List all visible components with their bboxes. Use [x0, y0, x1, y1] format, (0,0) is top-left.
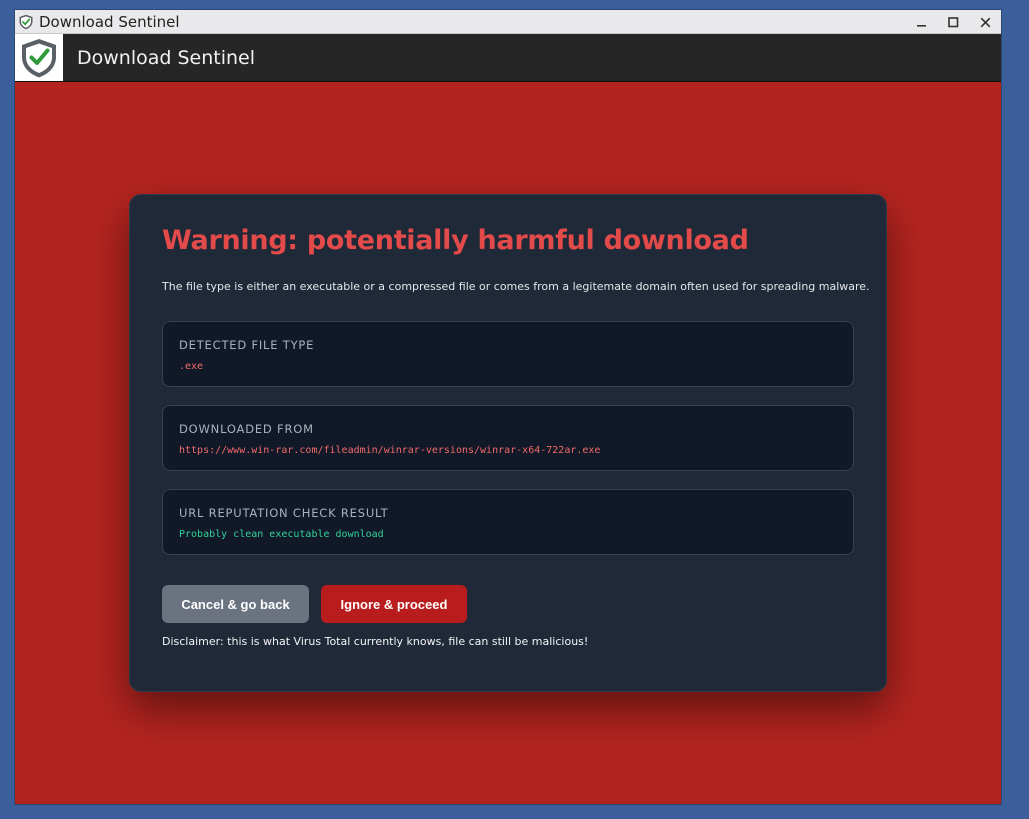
download-source-label: DOWNLOADED FROM: [179, 422, 314, 436]
close-icon: [980, 17, 990, 27]
file-type-box: DETECTED FILE TYPE .exe: [162, 321, 854, 387]
app-logo: [15, 34, 63, 81]
file-type-value: .exe: [179, 361, 204, 372]
shield-check-icon: [18, 14, 34, 30]
reputation-result: Probably clean executable download: [179, 529, 384, 540]
disclaimer-text: Disclaimer: this is what Virus Total cur…: [162, 635, 589, 648]
close-button[interactable]: [970, 10, 1000, 34]
app-window: Download Sentinel Download Sentinel Warn…: [15, 10, 1001, 804]
maximize-icon: [947, 16, 958, 27]
warning-card: Warning: potentially harmful download Th…: [129, 194, 887, 692]
minimize-icon: [917, 25, 926, 27]
proceed-button[interactable]: Ignore & proceed: [321, 585, 467, 623]
cancel-button[interactable]: Cancel & go back: [162, 585, 309, 623]
reputation-label: URL REPUTATION CHECK RESULT: [179, 506, 389, 520]
minimize-button[interactable]: [907, 10, 937, 34]
app-header: Download Sentinel: [15, 34, 1001, 82]
file-type-label: DETECTED FILE TYPE: [179, 338, 315, 352]
app-title: Download Sentinel: [77, 47, 256, 69]
maximize-button[interactable]: [938, 10, 968, 34]
warning-description: The file type is either an executable or…: [162, 280, 870, 293]
window-title: Download Sentinel: [39, 13, 180, 31]
warning-title: Warning: potentially harmful download: [162, 225, 749, 256]
download-source-box: DOWNLOADED FROM https://www.win-rar.com/…: [162, 405, 854, 471]
download-source-url: https://www.win-rar.com/fileadmin/winrar…: [179, 445, 601, 456]
shield-check-icon: [22, 38, 56, 77]
title-bar[interactable]: Download Sentinel: [15, 10, 1001, 34]
reputation-box: URL REPUTATION CHECK RESULT Probably cle…: [162, 489, 854, 555]
